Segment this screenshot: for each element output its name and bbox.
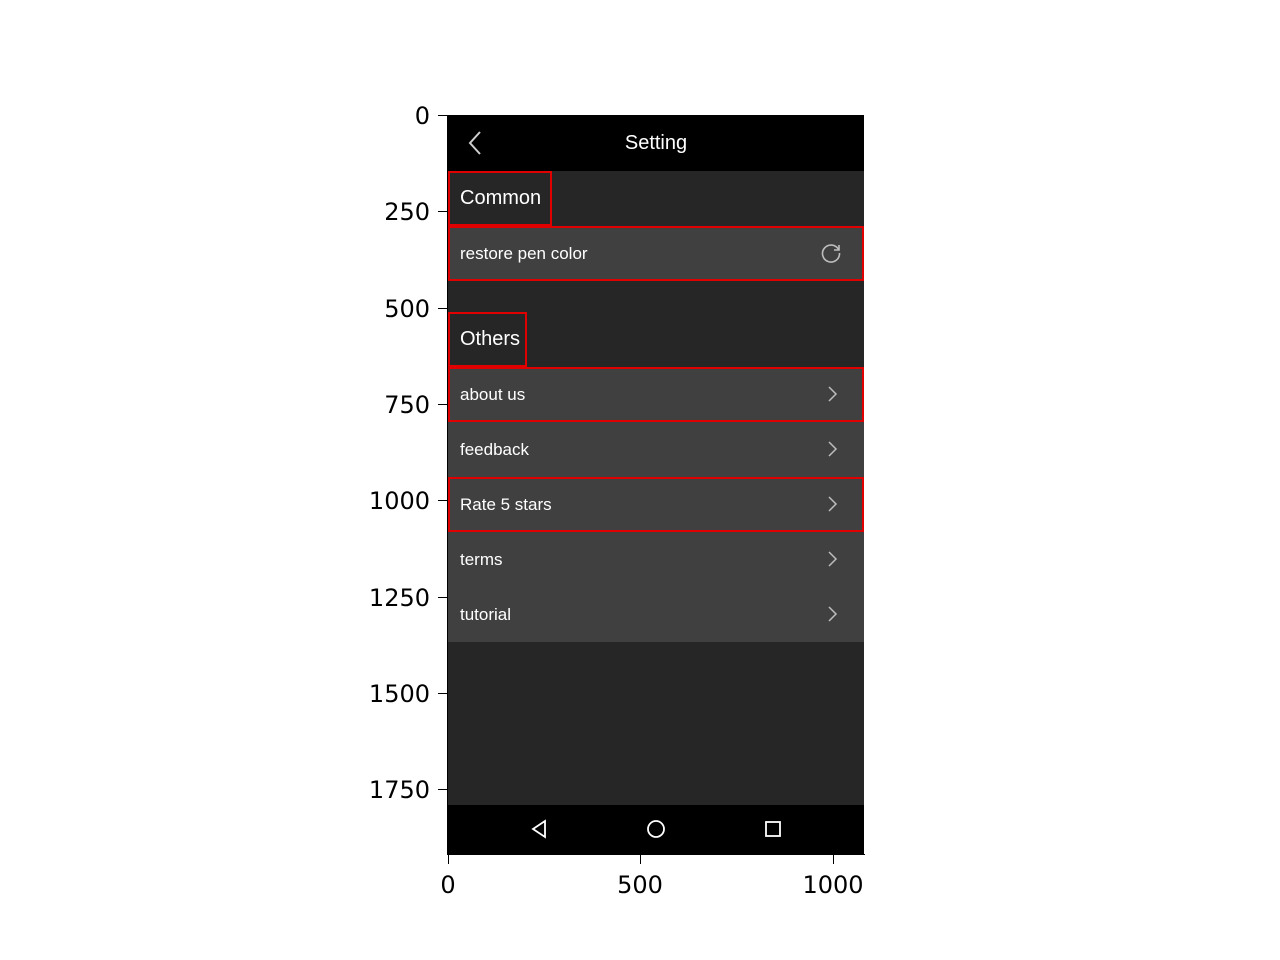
y-tick-label: 1000 [368,487,430,515]
y-tick [438,789,447,790]
x-tick [640,855,641,864]
restore-pen-color-row[interactable]: restore pen color [448,226,864,281]
row-label: about us [460,385,526,404]
y-tick [438,404,447,405]
terms-row[interactable]: terms [448,532,864,587]
x-axis-line [447,854,865,855]
tutorial-row[interactable]: tutorial [448,587,864,642]
y-tick-label: 250 [384,198,430,226]
nav-recents-button[interactable] [759,815,787,843]
nav-home-button[interactable] [642,815,670,843]
x-tick-label: 500 [617,871,663,899]
x-tick-label: 0 [440,871,456,899]
about-us-row[interactable]: about us [448,367,864,422]
y-tick-label: 1250 [368,584,430,612]
chevron-left-icon [468,131,481,155]
nav-back-button[interactable] [525,815,553,843]
section-header-others: Others [448,312,527,367]
feedback-row[interactable]: feedback [448,422,864,477]
y-tick [438,211,447,212]
back-button[interactable] [462,127,488,159]
y-tick [438,115,447,116]
y-tick-label: 500 [384,295,430,323]
row-label: feedback [460,440,529,459]
y-tick [438,308,447,309]
back-triangle-icon [531,819,546,839]
chevron-right-icon [828,551,838,567]
refresh-icon [821,244,841,263]
row-label: terms [460,550,503,569]
x-tick [833,855,834,864]
system-nav-bar [448,805,864,854]
y-tick-label: 750 [384,391,430,419]
y-tick-label: 0 [414,102,430,130]
y-tick-label: 1500 [368,680,430,708]
app-bar: Setting [448,115,864,171]
section-header-common: Common [448,171,552,226]
chevron-right-icon [828,441,838,457]
y-tick [438,597,447,598]
row-label: tutorial [460,605,512,624]
x-tick-label: 1000 [802,871,864,899]
chevron-right-icon [828,606,838,622]
y-tick [438,693,447,694]
y-tick [438,500,447,501]
phone-screen: Setting Common restore pen color Others … [448,115,864,854]
chevron-right-icon [828,496,838,512]
page-title: Setting [624,132,688,154]
x-tick [448,855,449,864]
row-label: restore pen color [460,244,588,263]
recents-square-icon [765,821,781,837]
home-circle-icon [647,820,665,838]
y-tick-label: 1750 [368,776,430,804]
highlight-box [448,171,552,226]
highlight-box [448,312,527,367]
rate-5-stars-row[interactable]: Rate 5 stars [448,477,864,532]
row-label: Rate 5 stars [460,495,552,514]
chevron-right-icon [828,386,838,402]
